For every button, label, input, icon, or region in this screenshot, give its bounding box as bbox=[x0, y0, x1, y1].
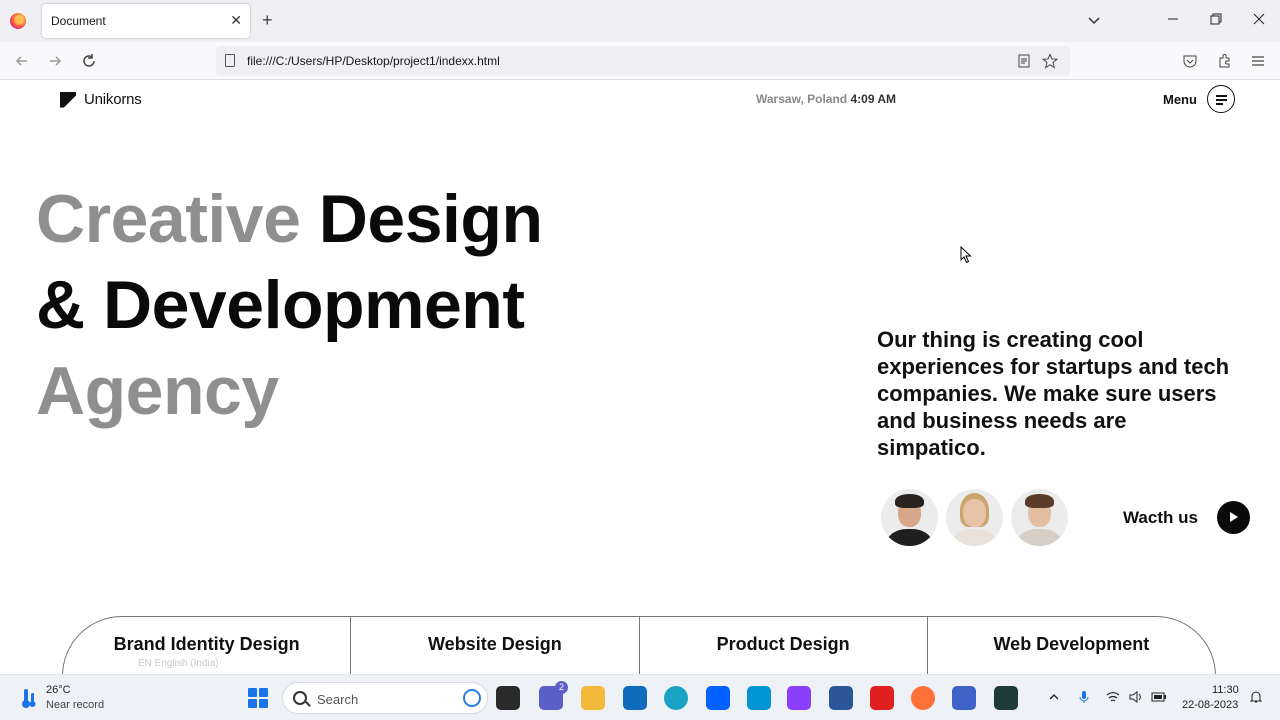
vscode-icon[interactable] bbox=[952, 686, 976, 710]
service-product-design[interactable]: Product Design bbox=[640, 617, 928, 674]
menu-label: Menu bbox=[1163, 91, 1197, 107]
new-tab-button[interactable]: + bbox=[262, 10, 273, 30]
services-bar: Brand Identity Design Website Design Pro… bbox=[62, 616, 1216, 674]
reload-icon[interactable] bbox=[79, 51, 99, 71]
microphone-icon[interactable] bbox=[1076, 689, 1092, 705]
search-icon bbox=[293, 691, 307, 705]
mail-icon[interactable] bbox=[623, 686, 647, 710]
chevron-up-icon[interactable] bbox=[1046, 689, 1062, 705]
local-time: 4:09 AM bbox=[850, 92, 897, 106]
browser-tab-bar: Document ✕ + bbox=[0, 0, 1280, 42]
wifi-icon[interactable] bbox=[1105, 689, 1121, 705]
weather-desc[interactable]: Near record bbox=[46, 699, 104, 711]
clock-date[interactable]: 22-08-2023 bbox=[1182, 699, 1238, 711]
close-window-icon[interactable] bbox=[1252, 12, 1266, 26]
location-text: Warsaw, Poland bbox=[756, 92, 848, 106]
hamburger-icon bbox=[1206, 85, 1235, 113]
battery-icon[interactable] bbox=[1151, 689, 1167, 705]
pocket-icon[interactable] bbox=[1182, 53, 1198, 69]
store-icon[interactable] bbox=[829, 686, 853, 710]
firefox-icon bbox=[10, 13, 26, 29]
windows-taskbar: 26°C Near record Search 2 11:30 22-08-20… bbox=[0, 674, 1280, 720]
windows-start-icon[interactable] bbox=[248, 688, 268, 708]
reader-view-icon[interactable] bbox=[1016, 53, 1032, 69]
clock-time[interactable]: 11:30 bbox=[1212, 684, 1239, 696]
notification-badge: 2 bbox=[555, 681, 568, 694]
page-icon bbox=[225, 54, 235, 67]
bookmark-star-icon[interactable] bbox=[1042, 53, 1058, 69]
tab-title: Document bbox=[51, 14, 106, 28]
list-tabs-icon[interactable] bbox=[1086, 12, 1102, 28]
minimize-icon[interactable] bbox=[1166, 12, 1180, 26]
service-website-design[interactable]: Website Design bbox=[351, 617, 640, 674]
avatar bbox=[881, 489, 938, 546]
hero-heading: Creative Design & Development Agency bbox=[36, 176, 543, 434]
picsart-icon[interactable] bbox=[787, 686, 811, 710]
location-time: Warsaw, Poland 4:09 AM bbox=[756, 92, 896, 106]
notifications-icon[interactable] bbox=[1248, 689, 1264, 705]
watch-us-button[interactable]: Wacth us bbox=[1123, 501, 1250, 534]
web-page: Unikorns Warsaw, Poland 4:09 AM Menu Cre… bbox=[0, 80, 1280, 674]
myhp-icon[interactable] bbox=[747, 686, 771, 710]
hero-word-creative: Creative bbox=[36, 181, 301, 257]
thermometer-icon[interactable] bbox=[20, 687, 38, 709]
taskbar-search[interactable]: Search bbox=[282, 682, 488, 714]
edge-icon[interactable] bbox=[664, 686, 688, 710]
firefox-taskbar-icon[interactable] bbox=[911, 686, 935, 710]
extensions-icon[interactable] bbox=[1217, 53, 1233, 69]
play-icon[interactable] bbox=[1216, 501, 1250, 534]
volume-icon[interactable] bbox=[1128, 689, 1144, 705]
task-view-icon[interactable] bbox=[496, 686, 520, 710]
mouse-cursor-icon bbox=[960, 246, 972, 264]
browser-tab[interactable]: Document ✕ bbox=[42, 4, 250, 38]
weather-temp[interactable]: 26°C bbox=[46, 684, 71, 696]
watch-us-label: Wacth us bbox=[1123, 507, 1198, 527]
close-tab-icon[interactable]: ✕ bbox=[230, 12, 242, 29]
back-icon[interactable] bbox=[12, 51, 32, 71]
hero-line-development: & Development bbox=[36, 267, 525, 343]
unikorns-logo-icon bbox=[60, 91, 76, 108]
dropbox-icon[interactable] bbox=[706, 686, 730, 710]
bing-icon[interactable] bbox=[463, 689, 481, 707]
app-menu-icon[interactable] bbox=[1250, 53, 1266, 69]
media-player-icon[interactable] bbox=[870, 686, 894, 710]
tagline: Our thing is creating cool experiences f… bbox=[877, 327, 1230, 460]
team-avatars bbox=[881, 489, 1068, 546]
restore-icon[interactable] bbox=[1209, 12, 1223, 26]
service-web-development[interactable]: Web Development bbox=[928, 617, 1215, 674]
browser-nav-bar: file:///C:/Users/HP/Desktop/project1/ind… bbox=[0, 42, 1280, 80]
hero-word-design: Design bbox=[318, 181, 543, 257]
address-bar[interactable]: file:///C:/Users/HP/Desktop/project1/ind… bbox=[216, 46, 1070, 76]
terminal-icon[interactable] bbox=[994, 686, 1018, 710]
hero-line-agency: Agency bbox=[36, 353, 279, 429]
avatar bbox=[1011, 489, 1068, 546]
logo-text: Unikorns bbox=[84, 91, 142, 108]
search-label: Search bbox=[317, 692, 359, 707]
url-text[interactable]: file:///C:/Users/HP/Desktop/project1/ind… bbox=[247, 54, 500, 68]
site-logo[interactable]: Unikorns bbox=[60, 91, 142, 108]
forward-icon[interactable] bbox=[45, 51, 65, 71]
avatar bbox=[946, 489, 1003, 546]
file-explorer-icon[interactable] bbox=[581, 686, 605, 710]
language-hint: EN English (India) bbox=[138, 658, 219, 669]
menu-button[interactable]: Menu bbox=[1163, 85, 1235, 113]
